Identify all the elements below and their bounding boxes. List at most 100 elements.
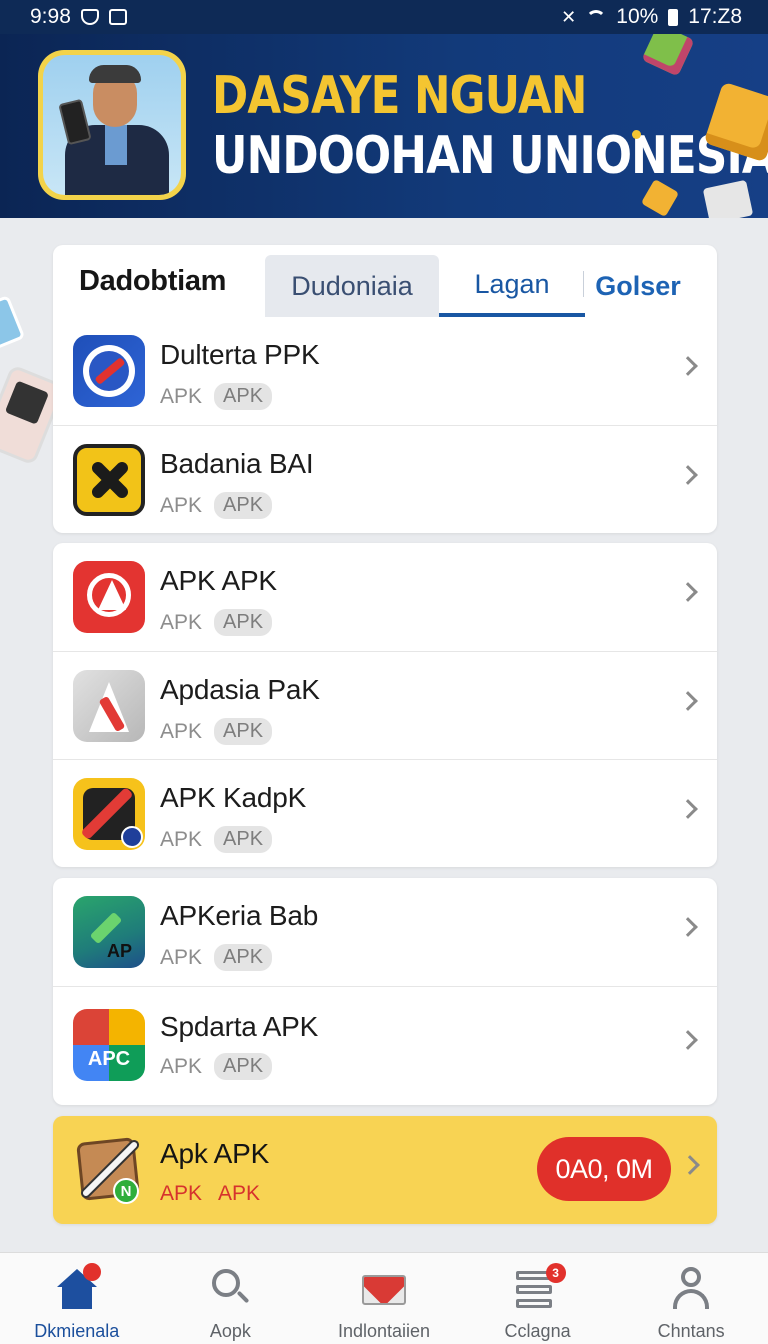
- tab-dudoniaia[interactable]: Dudoniaia: [265, 255, 439, 317]
- app-meta: APK APK: [160, 1182, 260, 1206]
- nav-item-home[interactable]: Dkmienala: [0, 1253, 154, 1344]
- app-meta: APK APK: [160, 609, 273, 636]
- chevron-right-icon: [678, 691, 698, 711]
- chevron-right-icon: [678, 356, 698, 376]
- apk-badge: APK: [214, 944, 273, 971]
- app-type: APK: [160, 610, 203, 634]
- nav-badge: 3: [545, 1263, 566, 1283]
- promo-card[interactable]: N Apk APK APK APK 0A0, 0M: [53, 1116, 717, 1224]
- status-time: 9:98: [30, 5, 71, 28]
- chevron-right-icon: [678, 917, 698, 937]
- nav-label: Indlontaiien: [337, 1321, 431, 1341]
- app-meta: APK APK: [160, 1053, 273, 1080]
- app-meta: APK APK: [160, 383, 273, 410]
- app-name: APKeria Bab: [160, 900, 319, 931]
- chevron-right-icon: [678, 582, 698, 602]
- apk-badge: APK: [214, 1053, 273, 1080]
- list-item[interactable]: AP APKeria Bab APK APK: [53, 878, 717, 986]
- avatar-photo: [43, 55, 181, 195]
- chevron-right-icon: [678, 799, 698, 819]
- app-name: Dulterta PPK: [160, 339, 320, 370]
- tab-lagan[interactable]: Lagan: [439, 255, 585, 317]
- status-clock: 17:Z8: [688, 5, 742, 28]
- app-type: APK: [160, 493, 203, 517]
- user-icon: [669, 1267, 713, 1311]
- multicolor-icon: APC: [73, 1009, 145, 1081]
- nav-item-list[interactable]: 3 Cclagna: [461, 1253, 615, 1344]
- notification-dot: [82, 1263, 101, 1281]
- app-name: APK KadpK: [160, 782, 307, 813]
- icon-badge: N: [113, 1178, 139, 1204]
- icon-label: APC: [87, 1048, 131, 1070]
- apk-badge: APK: [218, 1182, 261, 1205]
- nav-item-search[interactable]: Aopk: [154, 1253, 308, 1344]
- pen-icon: [73, 778, 145, 850]
- avatar: [38, 50, 186, 200]
- box-icon: N: [73, 1134, 145, 1206]
- nav-label: Dkmienala: [34, 1321, 120, 1341]
- banner-title-line2: UNDOOHAN UNIONESIA: [212, 126, 768, 186]
- list-item[interactable]: Badania BAI APK APK: [53, 425, 717, 533]
- app-name: Apk APK: [160, 1138, 270, 1169]
- x-icon: [73, 444, 145, 516]
- battery-icon: [668, 8, 679, 26]
- list-item[interactable]: APK KadpK APK APK: [53, 759, 717, 867]
- icon-label: AP: [107, 941, 133, 961]
- check-icon: AP: [73, 896, 145, 968]
- promo-item[interactable]: N Apk APK APK APK 0A0, 0M: [53, 1116, 717, 1224]
- letter-a-icon: [73, 670, 145, 742]
- bottom-navigation: Dkmienala Aopk Indlontaiien 3 Cclagna Ch…: [0, 1252, 768, 1344]
- mute-icon: ✕: [561, 6, 577, 27]
- phone-icon: [58, 98, 92, 146]
- home-icon: [55, 1263, 101, 1311]
- wifi-icon: [586, 10, 607, 24]
- promo-action-button[interactable]: 0A0, 0M: [537, 1137, 671, 1201]
- search-icon: [208, 1267, 252, 1311]
- shield-icon: [80, 9, 99, 25]
- list-icon: 3: [515, 1263, 566, 1311]
- app-name: Badania BAI: [160, 448, 314, 479]
- list-item[interactable]: Dulterta PPK APK APK: [53, 317, 717, 425]
- status-bar-right: ✕ 10% 17:Z8: [561, 5, 742, 29]
- app-type: APK: [160, 384, 203, 408]
- nav-label: Cclagna: [504, 1321, 571, 1341]
- chevron-right-icon: [678, 1030, 698, 1050]
- tab-golser[interactable]: Golser: [585, 255, 691, 317]
- list-item[interactable]: APK APK APK APK: [53, 543, 717, 651]
- app-list-card: APK APK APK APK Apdasia PaK APK APK APK …: [53, 543, 717, 867]
- tab-bar: Dadobtiam Dudoniaia Lagan Golser: [53, 245, 717, 317]
- nav-label: Aopk: [209, 1321, 251, 1341]
- mail-icon: [361, 1267, 406, 1311]
- status-bar-left: 9:98: [30, 5, 127, 29]
- app-type: APK: [160, 945, 203, 969]
- app-list-card: AP APKeria Bab APK APK APC Spdarta APK A…: [53, 878, 717, 1105]
- app-list-card: Dadobtiam Dudoniaia Lagan Golser Dultert…: [53, 245, 717, 533]
- apk-badge: APK: [214, 718, 273, 745]
- section-title: Dadobtiam: [79, 265, 227, 297]
- apk-badge: APK: [214, 609, 273, 636]
- avatar-cap: [89, 65, 141, 83]
- avatar-shirt: [105, 125, 127, 165]
- apk-badge: APK: [214, 826, 273, 853]
- banner-title: DASAYE NGUAN UNDOOHAN UNIONESIA: [212, 66, 768, 186]
- app-type: APK: [160, 827, 203, 851]
- app-name: Apdasia PaK: [160, 674, 320, 705]
- chevron-right-icon: [678, 465, 698, 485]
- list-item[interactable]: Apdasia PaK APK APK: [53, 651, 717, 759]
- anarchy-icon: [73, 561, 145, 633]
- nav-label: Chntans: [657, 1321, 725, 1341]
- battery-percent: 10%: [616, 5, 659, 28]
- app-type: APK: [160, 719, 203, 743]
- hero-banner[interactable]: DASAYE NGUAN UNDOOHAN UNIONESIA: [0, 34, 768, 218]
- tab-divider: [583, 271, 584, 297]
- nav-item-profile[interactable]: Chntans: [614, 1253, 768, 1344]
- app-meta: APK APK: [160, 718, 273, 745]
- app-name: APK APK: [160, 565, 277, 596]
- list-item[interactable]: APC Spdarta APK APK APK: [53, 986, 717, 1104]
- decorative-dot: [632, 130, 641, 139]
- app-meta: APK APK: [160, 944, 273, 971]
- app-meta: APK APK: [160, 492, 273, 519]
- chevron-right-icon: [680, 1155, 700, 1175]
- tablet-icon: [0, 294, 26, 352]
- nav-item-mail[interactable]: Indlontaiien: [307, 1253, 461, 1344]
